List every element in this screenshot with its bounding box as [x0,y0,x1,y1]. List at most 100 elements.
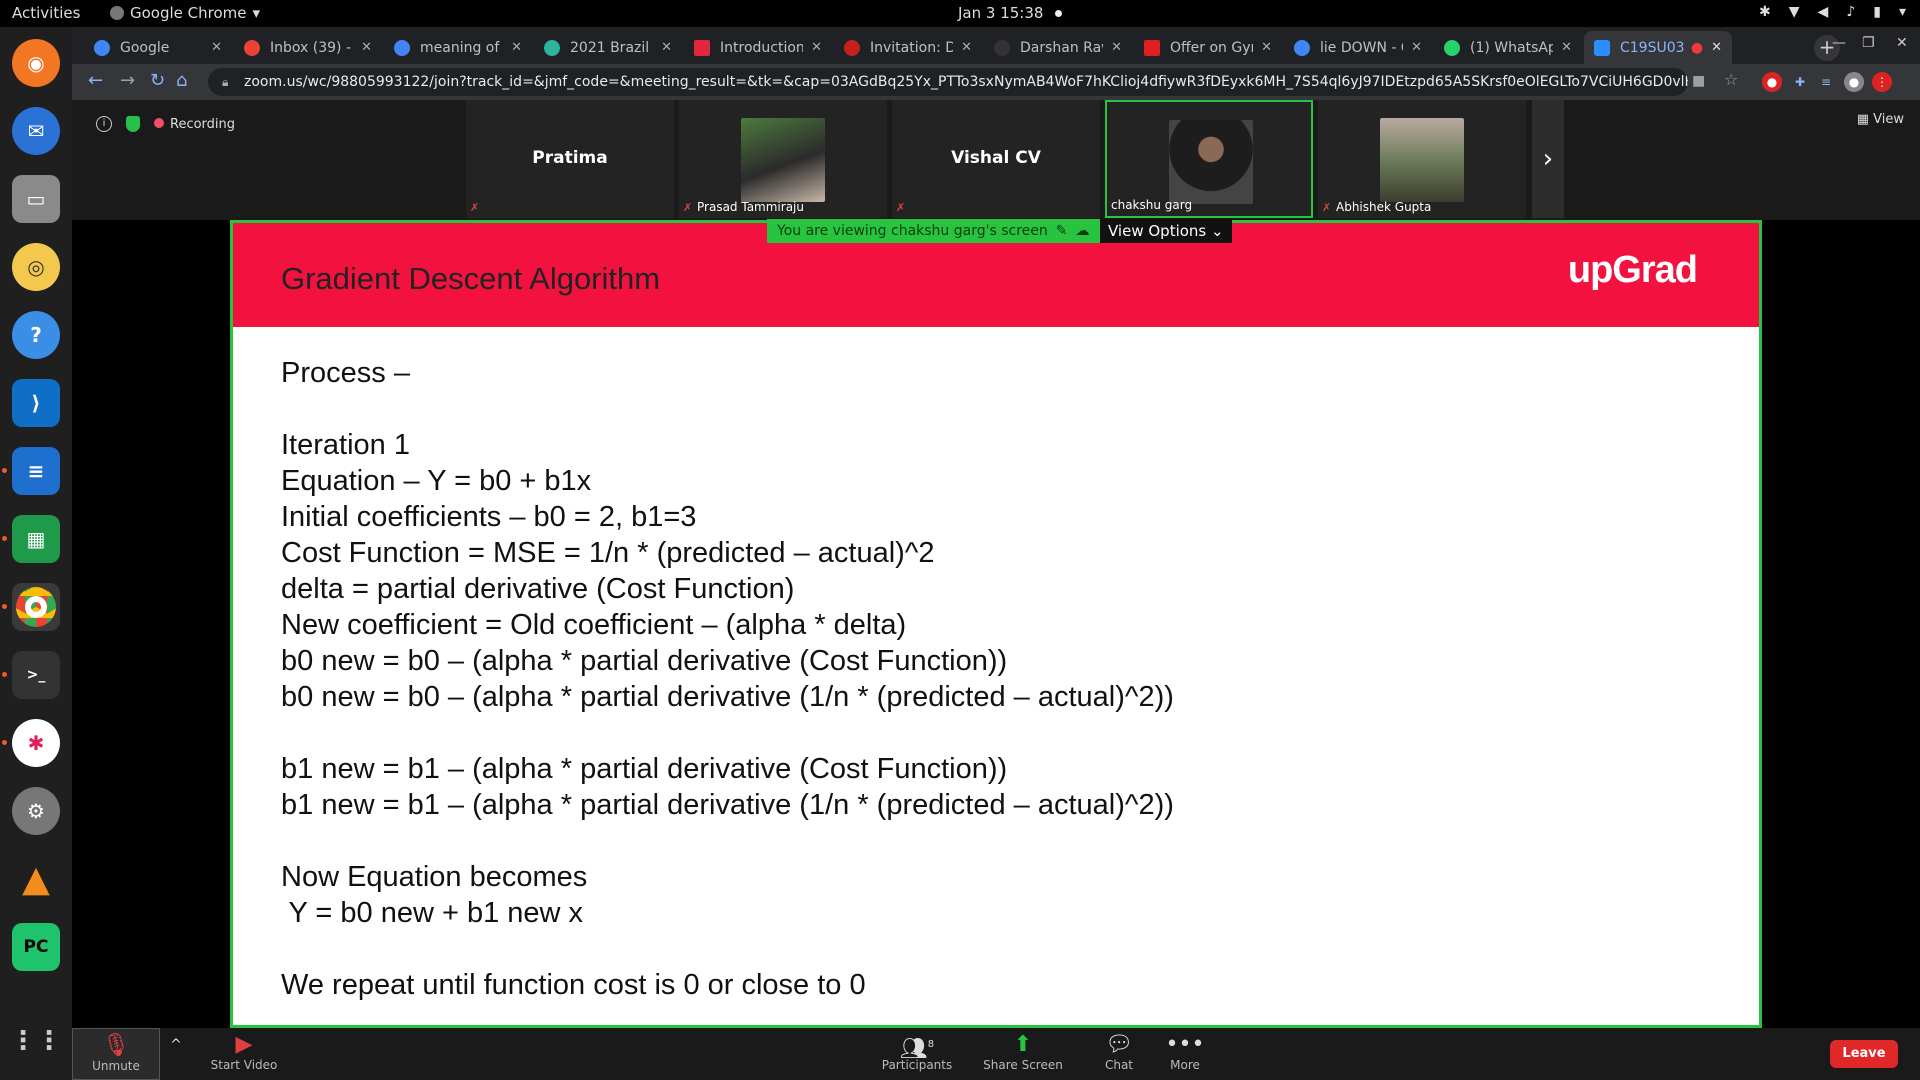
show-applications-icon[interactable]: ⋮⋮ [10,1017,62,1065]
participant-tile[interactable]: ✗ Abhishek Gupta [1318,100,1526,218]
firefox-icon[interactable]: ◉ [12,39,60,87]
chat-icon: 💬︎ [1105,1032,1133,1057]
activities-button[interactable]: Activities [12,4,80,22]
close-tab-icon[interactable]: ✕ [661,40,672,55]
close-tab-icon[interactable]: ✕ [1111,40,1122,55]
participant-tile[interactable]: Pratima ✗ [466,100,674,218]
vlc-icon[interactable]: ▲ [12,855,60,903]
tab-offer-gym[interactable]: Offer on Gym ✕ [1134,31,1282,64]
security-shield-icon[interactable] [126,116,140,132]
slide-line: b0 new = b0 – (alpha * partial derivativ… [281,681,1174,713]
participant-label: Prasad Tammiraju [697,200,804,214]
microphone-icon: ♪ [1846,4,1856,20]
clock-text: Jan 3 15:38 [958,4,1044,22]
tab-whatsapp[interactable]: (1) WhatsApp ✕ [1434,31,1582,64]
unmute-button[interactable]: 🎙︎ Unmute [72,1028,160,1080]
forward-icon[interactable]: → [120,70,135,91]
leave-button[interactable]: Leave [1830,1040,1898,1068]
info-icon[interactable]: i [96,116,112,132]
tab-lie-down[interactable]: lie DOWN - G ✕ [1284,31,1432,64]
tab-zoom-meeting[interactable]: C19SU03 ● ✕ [1584,31,1732,64]
update-menu-icon[interactable]: ⋮ [1872,72,1892,92]
slide-line [281,391,1174,427]
tab-title: Inbox (39) - p [270,39,353,56]
tab-darshan[interactable]: Darshan Raw ✕ [984,31,1132,64]
extension-icon[interactable]: ● [1762,72,1782,92]
tab-invitation[interactable]: Invitation: D ✕ [834,31,982,64]
next-participants-arrow[interactable]: › [1532,100,1564,218]
home-icon[interactable]: ⌂ [176,70,187,91]
camera-indicator-icon[interactable]: ■ [1692,73,1705,89]
profile-avatar[interactable]: ● [1844,72,1864,92]
terminal-icon[interactable]: >_ [2,651,60,699]
participant-tile-active-speaker[interactable]: chakshu garg [1105,100,1313,218]
bookmark-star-icon[interactable]: ☆ [1724,70,1738,89]
slide-line: Cost Function = MSE = 1/n * (predicted –… [281,537,935,569]
participant-tile[interactable]: Vishal CV ✗ [892,100,1100,218]
app-menu[interactable]: Google Chrome ▾ [110,4,260,22]
minimize-icon[interactable]: — [1832,35,1846,51]
close-tab-icon[interactable]: ✕ [361,40,372,55]
video-off-icon: ▶ [235,1032,253,1057]
tab-google[interactable]: Google ✕ [84,31,232,64]
start-video-button[interactable]: ▶ Start Video [194,1028,294,1080]
libreoffice-writer-icon[interactable]: ≡ [2,447,60,495]
settings-icon[interactable]: ⚙ [12,787,60,835]
pycharm-icon[interactable]: PC [12,923,60,971]
participant-video [1169,120,1253,204]
close-tab-icon[interactable]: ✕ [961,40,972,55]
audio-options-caret[interactable]: ^ [164,1028,188,1080]
slide-line: Initial coefficients – b0 = 2, b1=3 [281,501,697,533]
slide-line: delta = partial derivative (Cost Functio… [281,573,795,605]
tab-meaning-search[interactable]: meaning of a ✕ [384,31,532,64]
slack-icon[interactable]: ✱ [2,719,60,767]
chrome-dock-icon[interactable] [2,583,60,631]
tab-introduction[interactable]: Introduction ✕ [684,31,832,64]
back-icon[interactable]: ← [88,70,103,91]
files-icon[interactable]: ▭ [12,175,60,223]
slide-line: New coefficient = Old coefficient – (alp… [281,609,907,641]
slide-line: Iteration 1 [281,429,410,461]
more-button[interactable]: ••• More [1150,1028,1220,1080]
close-tab-icon[interactable]: ✕ [511,40,522,55]
extensions-puzzle-icon[interactable]: ✚ [1790,72,1810,92]
vscode-icon[interactable]: ⟩ [12,379,60,427]
reload-icon[interactable]: ↻ [150,70,165,91]
close-tab-icon[interactable]: ✕ [1411,40,1422,55]
help-icon[interactable]: ? [12,311,60,359]
close-window-icon[interactable]: ✕ [1896,35,1908,51]
share-screen-button[interactable]: ⬆ Share Screen [978,1028,1068,1080]
recording-indicator-icon: ● [1690,39,1704,56]
close-tab-icon[interactable]: ✕ [811,40,822,55]
system-tray[interactable]: ✱ ▼ ◀ ♪ ▮ ▾ [1759,4,1906,20]
media-control-icon[interactable]: ≡ [1816,72,1836,92]
cloud-icon: ☁ [1075,223,1090,239]
close-tab-icon[interactable]: ✕ [1561,40,1572,55]
tab-title: lie DOWN - G [1320,39,1404,56]
thunderbird-icon[interactable]: ✉ [12,107,60,155]
restore-icon[interactable]: ❐ [1862,35,1875,51]
mic-icon: ✎ [1055,223,1068,239]
tab-brazil[interactable]: 2021 Brazil S ✕ [534,31,682,64]
zoom-favicon-icon [1594,39,1610,56]
view-button[interactable]: ▦ View [1857,112,1904,127]
slide-line: b1 new = b1 – (alpha * partial derivativ… [281,789,1174,821]
site-favicon-icon [694,39,710,56]
slack-tray-icon[interactable]: ✱ [1759,4,1771,20]
clock[interactable]: Jan 3 15:38 [958,4,1063,22]
close-tab-icon[interactable]: ✕ [1261,40,1272,55]
participants-button[interactable]: 👥︎8 Participants [872,1028,962,1080]
view-options-dropdown[interactable]: View Options ⌄ [1100,219,1232,243]
unmute-label: Unmute [92,1059,140,1073]
tab-gmail-inbox[interactable]: Inbox (39) - p ✕ [234,31,382,64]
address-bar[interactable]: 🔒︎ zoom.us/wc/98805993122/join?track_id=… [208,68,1688,96]
slide-body: Process – Iteration 1 Equation – Y = b0 … [281,355,1174,1003]
chat-button[interactable]: 💬︎ Chat [1084,1028,1154,1080]
power-menu-icon[interactable]: ▾ [1899,4,1906,20]
close-tab-icon[interactable]: ✕ [211,40,222,55]
rhythmbox-icon[interactable]: ◎ [12,243,60,291]
recording-label: Recording [170,116,236,132]
libreoffice-calc-icon[interactable]: ▦ [2,515,60,563]
participant-tile[interactable]: ✗ Prasad Tammiraju [679,100,887,218]
close-tab-icon[interactable]: ✕ [1711,40,1722,55]
